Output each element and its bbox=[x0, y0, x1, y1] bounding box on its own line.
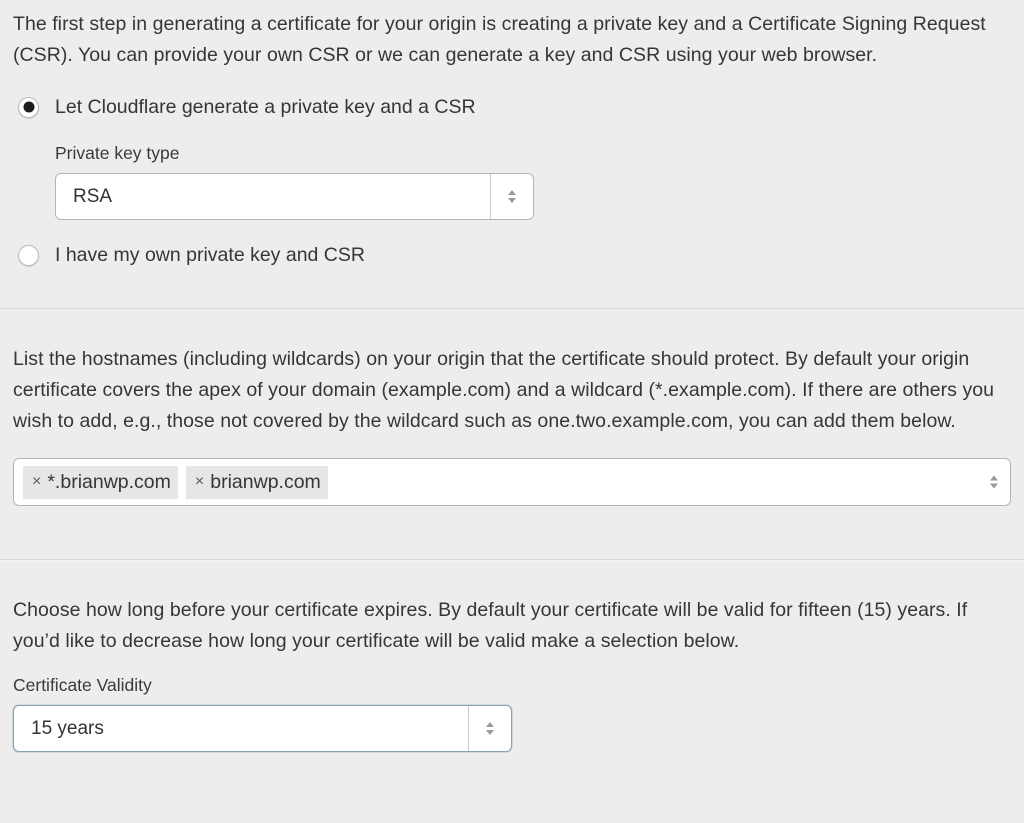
close-icon[interactable]: × bbox=[195, 473, 204, 491]
private-key-type-field: Private key type RSA bbox=[55, 141, 1011, 220]
close-icon[interactable]: × bbox=[32, 473, 41, 491]
hostname-tag-label: *.brianwp.com bbox=[47, 470, 171, 493]
hostnames-intro: List the hostnames (including wildcards)… bbox=[13, 348, 995, 432]
radio-button-unchecked[interactable] bbox=[18, 244, 39, 266]
hostname-tag-label: brianwp.com bbox=[210, 470, 321, 493]
up-down-chevron-icon bbox=[486, 722, 494, 735]
up-down-chevron-icon[interactable] bbox=[990, 475, 998, 489]
radio-option-cloudflare-generate[interactable]: Let Cloudflare generate a private key an… bbox=[13, 92, 1011, 122]
private-key-type-label: Private key type bbox=[55, 143, 180, 163]
validity-intro: Choose how long before your certificate … bbox=[13, 599, 968, 652]
certificate-validity-value: 15 years bbox=[31, 717, 104, 739]
certificate-validity-label: Certificate Validity bbox=[13, 675, 152, 695]
radio-option-own-key[interactable]: I have my own private key and CSR bbox=[13, 240, 1011, 270]
hostname-tag: × *.brianwp.com bbox=[23, 465, 178, 499]
select-arrow-box[interactable] bbox=[468, 706, 511, 751]
radio-label: I have my own private key and CSR bbox=[55, 243, 365, 266]
private-key-type-value: RSA bbox=[73, 185, 113, 207]
select-arrow-box[interactable] bbox=[490, 174, 533, 219]
radio-label: Let Cloudflare generate a private key an… bbox=[55, 95, 476, 118]
hostnames-input[interactable]: × *.brianwp.com × brianwp.com bbox=[13, 458, 1011, 506]
hostname-tag: × brianwp.com bbox=[185, 465, 328, 499]
validity-section: Choose how long before your certificate … bbox=[0, 561, 1024, 752]
hostnames-section: List the hostnames (including wildcards)… bbox=[0, 310, 1024, 506]
key-section-intro: The first step in generating a certifica… bbox=[13, 13, 986, 66]
up-down-chevron-icon bbox=[508, 190, 516, 203]
certificate-validity-select[interactable]: 15 years bbox=[13, 705, 512, 752]
private-key-section: The first step in generating a certifica… bbox=[0, 0, 1024, 270]
radio-button-checked[interactable] bbox=[18, 96, 39, 118]
private-key-type-select[interactable]: RSA bbox=[55, 173, 534, 220]
